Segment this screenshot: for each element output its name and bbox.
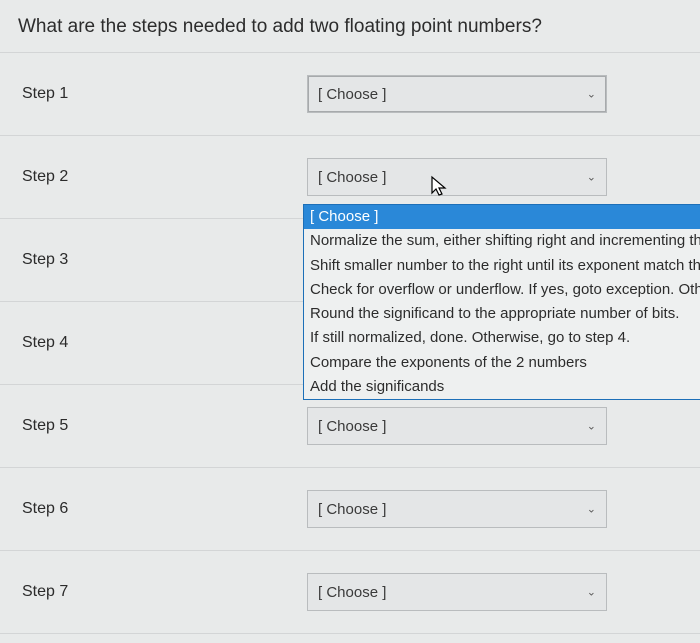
chevron-down-icon: ⌄ <box>587 503 596 516</box>
step-row-1: Step 1 [ Choose ] ⌄ <box>0 52 700 135</box>
step-label: Step 4 <box>22 334 307 352</box>
step-5-select[interactable]: [ Choose ] ⌄ <box>307 407 607 445</box>
step-row-7: Step 7 [ Choose ] ⌄ <box>0 550 700 634</box>
question-title: What are the steps needed to add two flo… <box>0 16 700 52</box>
step-row-6: Step 6 [ Choose ] ⌄ <box>0 467 700 550</box>
step-label: Step 2 <box>22 168 307 186</box>
dropdown-option[interactable]: Shift smaller number to the right until … <box>304 254 700 278</box>
dropdown-listbox[interactable]: [ Choose ] Normalize the sum, either shi… <box>303 204 700 400</box>
select-value: [ Choose ] <box>318 584 386 601</box>
dropdown-option[interactable]: Compare the exponents of the 2 numbers <box>304 351 700 375</box>
step-2-select[interactable]: [ Choose ] ⌄ <box>307 158 607 196</box>
dropdown-option[interactable]: Check for overflow or underflow. If yes,… <box>304 278 700 302</box>
step-1-select[interactable]: [ Choose ] ⌄ <box>307 75 607 113</box>
chevron-down-icon: ⌄ <box>587 171 596 184</box>
step-label: Step 1 <box>22 85 307 103</box>
select-value: [ Choose ] <box>318 169 386 186</box>
dropdown-option[interactable]: [ Choose ] <box>304 205 700 229</box>
chevron-down-icon: ⌄ <box>587 420 596 433</box>
chevron-down-icon: ⌄ <box>587 88 596 101</box>
select-value: [ Choose ] <box>318 418 386 435</box>
step-label: Step 6 <box>22 500 307 518</box>
step-7-select[interactable]: [ Choose ] ⌄ <box>307 573 607 611</box>
select-value: [ Choose ] <box>318 86 386 103</box>
dropdown-option[interactable]: Normalize the sum, either shifting right… <box>304 229 700 253</box>
chevron-down-icon: ⌄ <box>587 586 596 599</box>
select-value: [ Choose ] <box>318 501 386 518</box>
dropdown-option[interactable]: Round the significand to the appropriate… <box>304 302 700 326</box>
step-label: Step 3 <box>22 251 307 269</box>
dropdown-option[interactable]: Add the significands <box>304 375 700 399</box>
step-label: Step 7 <box>22 583 307 601</box>
dropdown-option[interactable]: If still normalized, done. Otherwise, go… <box>304 326 700 350</box>
step-6-select[interactable]: [ Choose ] ⌄ <box>307 490 607 528</box>
step-label: Step 5 <box>22 417 307 435</box>
